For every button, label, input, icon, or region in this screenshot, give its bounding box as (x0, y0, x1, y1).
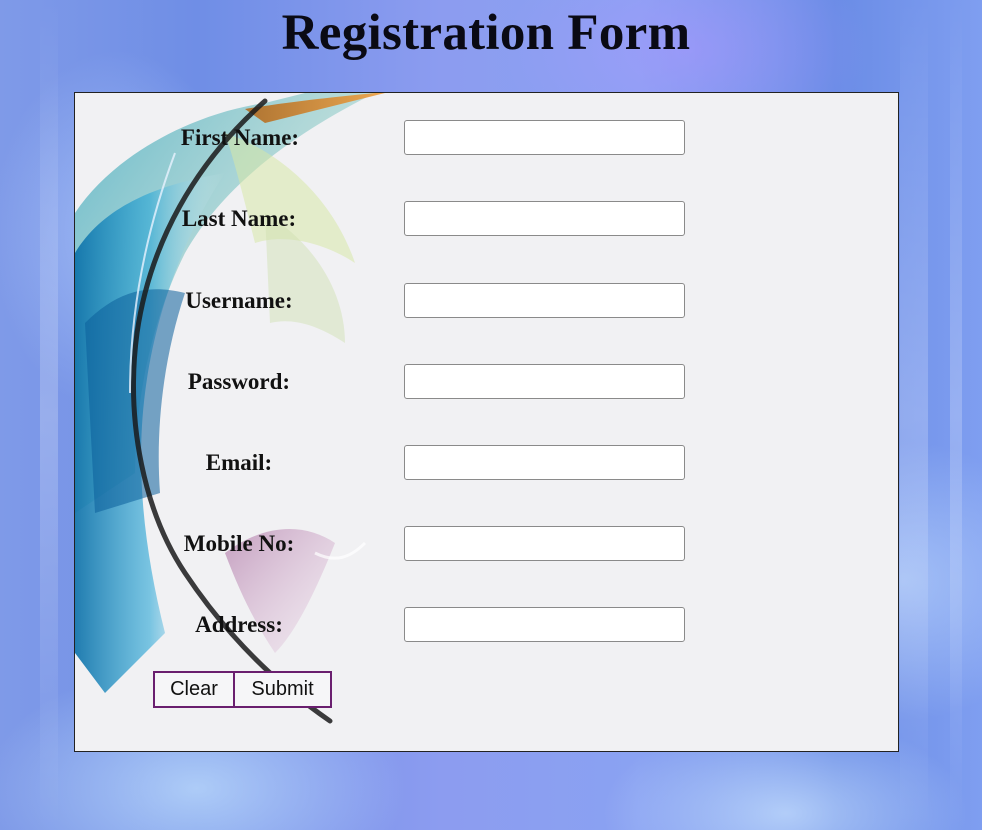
mobile-no-label: Mobile No: (183, 531, 295, 556)
last-name-label: Last Name: (181, 206, 297, 231)
email-input[interactable] (404, 445, 685, 480)
page-title: Registration Form (281, 5, 691, 61)
submit-button[interactable]: Submit (233, 671, 332, 708)
password-input[interactable] (404, 364, 685, 399)
address-label: Address: (195, 612, 283, 637)
background-streak (900, 0, 928, 830)
last-name-input[interactable] (404, 201, 685, 236)
address-input[interactable] (404, 607, 685, 642)
background-streak (950, 0, 962, 830)
clear-button[interactable]: Clear (153, 671, 235, 708)
first-name-label: First Name: (180, 125, 300, 150)
mobile-no-input[interactable] (404, 526, 685, 561)
background-streak (40, 0, 58, 830)
registration-form-panel: First Name: Last Name: Username: Passwor… (74, 92, 899, 752)
feather-decoration-image (75, 93, 385, 724)
password-label: Password: (187, 369, 291, 394)
username-label: Username: (185, 288, 293, 313)
email-label: Email: (205, 450, 273, 475)
first-name-input[interactable] (404, 120, 685, 155)
username-input[interactable] (404, 283, 685, 318)
